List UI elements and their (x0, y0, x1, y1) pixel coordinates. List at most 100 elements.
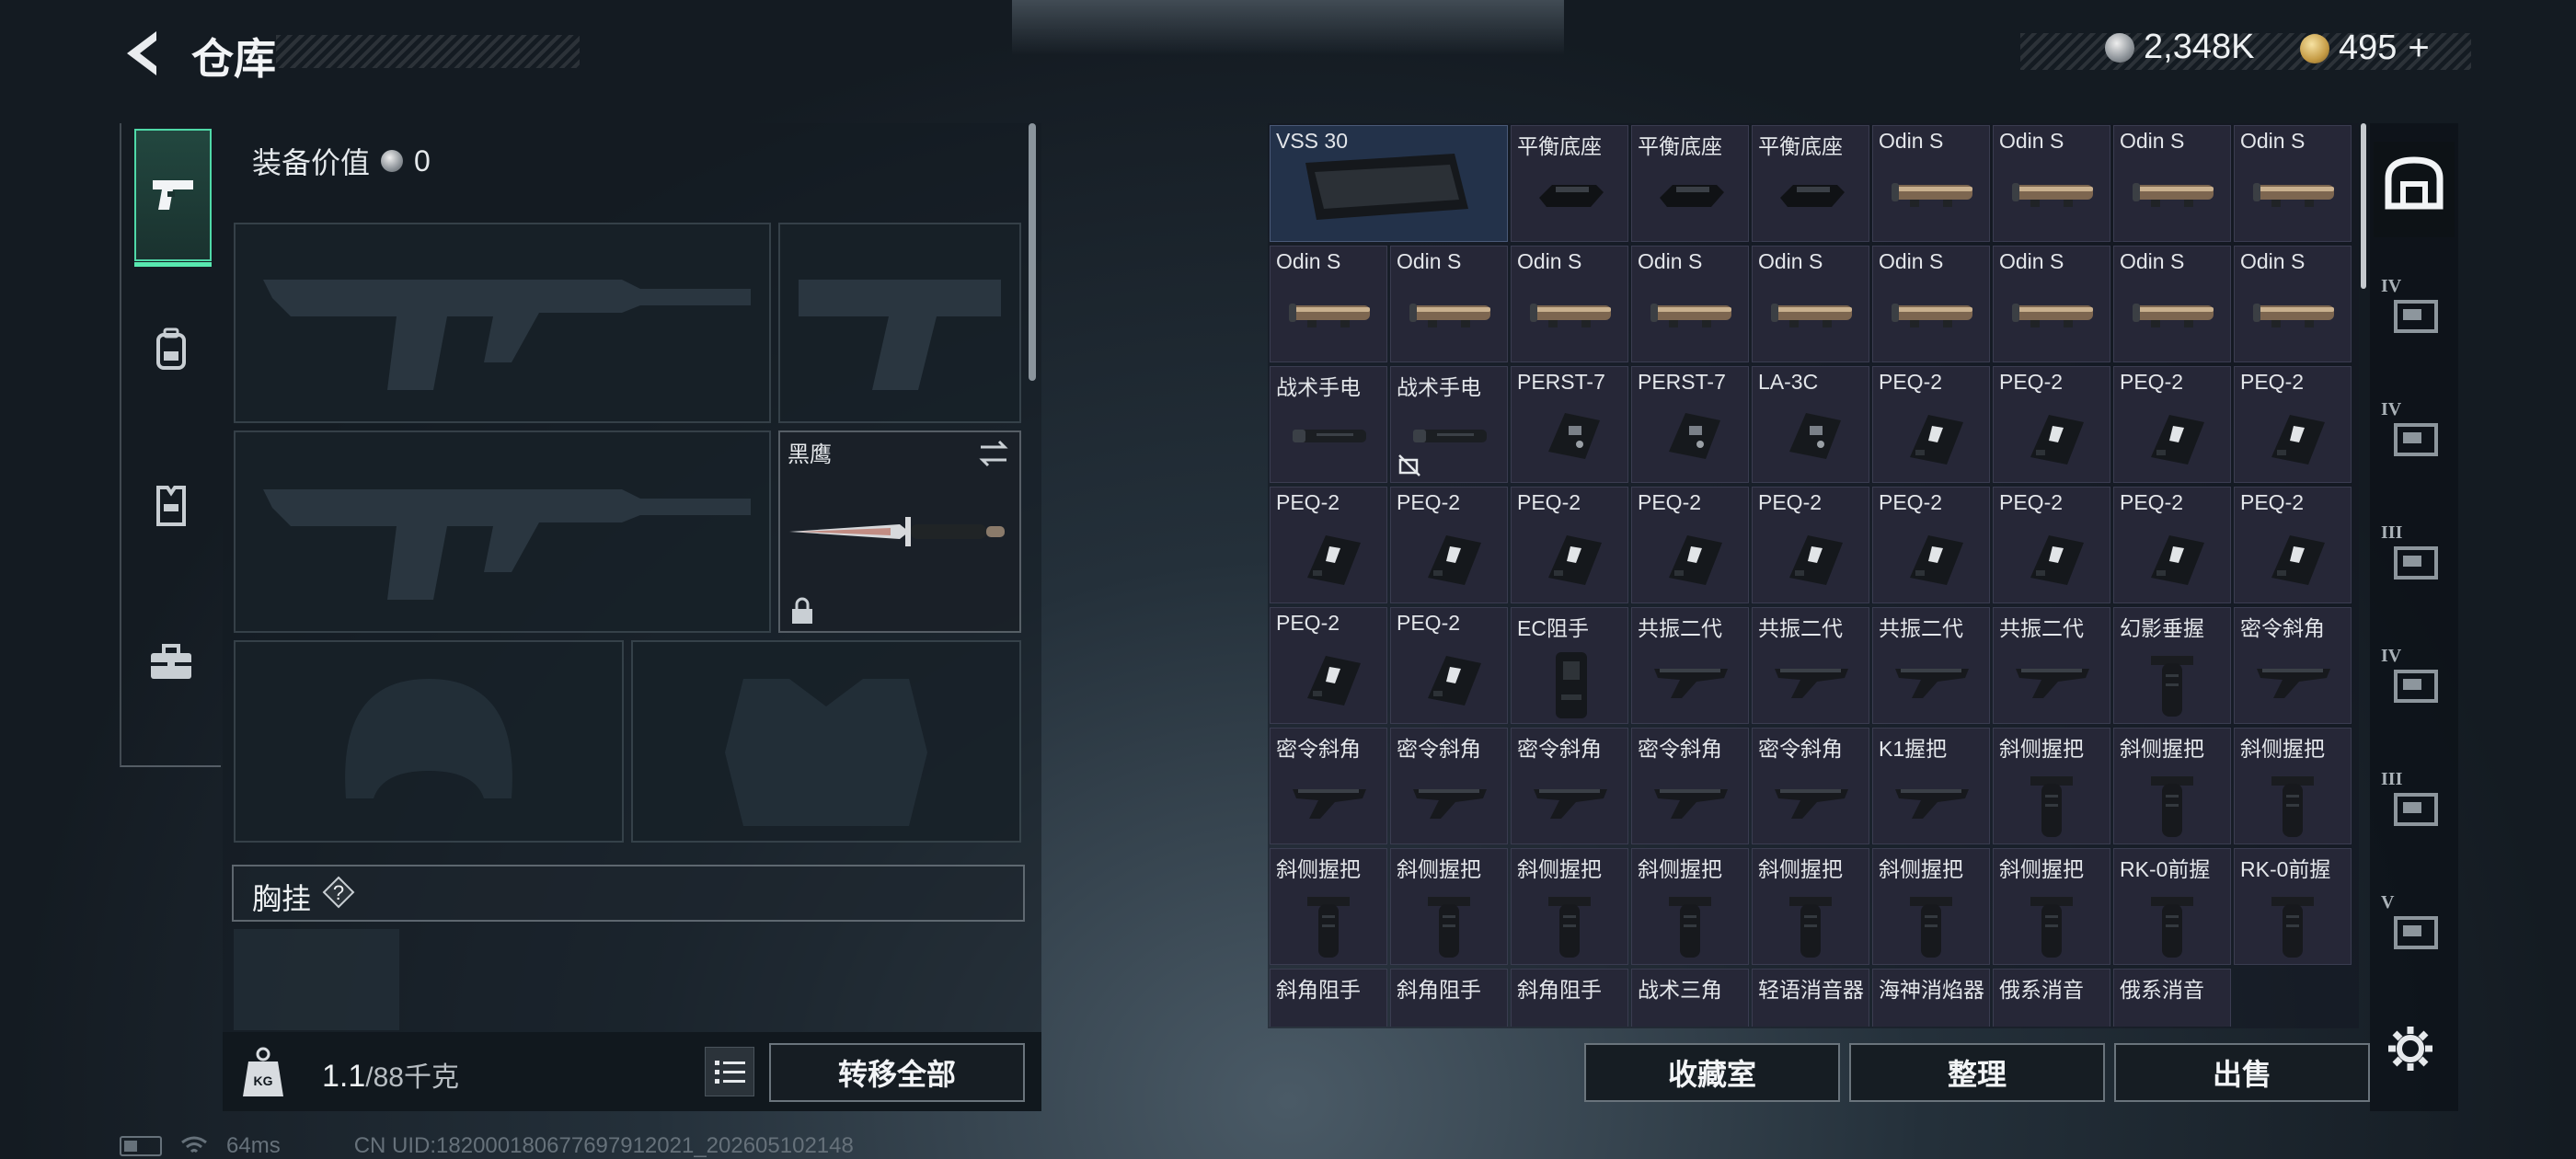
storage-scrollbar[interactable] (2361, 123, 2366, 289)
inventory-item-vgrip[interactable]: 斜侧握把 (1993, 848, 2110, 965)
inventory-item-peq[interactable]: PEQ-2 (1752, 487, 1869, 603)
inventory-item-vgrip[interactable]: 斜侧握把 (1390, 848, 1508, 965)
inventory-item-angled[interactable]: 密令斜角 (1631, 728, 1749, 844)
inventory-item-magazine[interactable]: VSS 30 (1270, 125, 1508, 242)
storage-tab-5[interactable]: IV (2374, 635, 2455, 730)
inventory-item-peq[interactable]: PEQ-2 (1872, 366, 1990, 483)
silver-currency[interactable]: 2,348K (2105, 28, 2254, 67)
inventory-item-scope[interactable]: Odin S (2113, 246, 2231, 362)
inventory-item-peq[interactable]: PEQ-2 (2113, 366, 2231, 483)
storage-tab-2[interactable]: IV (2374, 265, 2455, 361)
inventory-item-laser[interactable]: PERST-7 (1511, 366, 1628, 483)
inventory-item-angled[interactable]: 密令斜角 (1752, 728, 1869, 844)
inventory-item-peq[interactable]: PEQ-2 (1872, 487, 1990, 603)
back-icon[interactable] (120, 26, 166, 81)
list-view-button[interactable] (705, 1047, 754, 1096)
nav-toolbox[interactable] (134, 598, 208, 727)
inventory-item-vgrip[interactable]: 斜侧握把 (1511, 848, 1628, 965)
inventory-item-holster[interactable]: EC阻手 (1511, 607, 1628, 724)
chest-rig-slot[interactable] (234, 929, 399, 1030)
storage-tab-7[interactable]: V (2374, 881, 2455, 977)
inventory-item-scope[interactable]: Odin S (1993, 125, 2110, 242)
primary-weapon-slot-1[interactable] (234, 223, 771, 423)
inventory-item-vgrip[interactable]: 斜侧握把 (2113, 728, 2231, 844)
add-currency-icon[interactable]: + (2408, 28, 2429, 69)
help-icon[interactable]: ? (322, 876, 355, 909)
inventory-item-scope[interactable]: Odin S (2234, 125, 2352, 242)
inventory-item-angled[interactable]: 共振二代 (1631, 607, 1749, 724)
sort-button[interactable]: 整理 (1849, 1043, 2105, 1102)
inventory-item-scope[interactable]: Odin S (1631, 246, 1749, 362)
inventory-item-mount[interactable]: 平衡底座 (1752, 125, 1869, 242)
inventory-item-scope[interactable]: Odin S (1872, 246, 1990, 362)
inventory-item-angled[interactable]: 共振二代 (1993, 607, 2110, 724)
inventory-item-peq[interactable]: PEQ-2 (1390, 487, 1508, 603)
inventory-item-peq[interactable]: PEQ-2 (1270, 607, 1387, 724)
inventory-item-suppressor[interactable]: 海神消焰器 (1872, 969, 1990, 1027)
storage-tab-6[interactable]: III (2374, 758, 2455, 854)
inventory-item-scope[interactable]: Odin S (1511, 246, 1628, 362)
inventory-item-vgrip[interactable]: RK-0前握 (2113, 848, 2231, 965)
transfer-all-button[interactable]: 转移全部 (769, 1043, 1025, 1102)
inventory-item-angled[interactable]: 密令斜角 (1390, 728, 1508, 844)
inventory-item-vgrip[interactable]: 斜侧握把 (1270, 848, 1387, 965)
inventory-item-suppressor[interactable]: 俄系消音 (2113, 969, 2231, 1027)
inventory-item-angled[interactable]: 斜角阻手 (1511, 969, 1628, 1027)
settings-gear-icon[interactable] (2383, 1021, 2438, 1076)
inventory-item-vgrip[interactable]: 幻影垂握 (2113, 607, 2231, 724)
primary-weapon-slot-2[interactable] (234, 430, 771, 633)
storage-tab-3[interactable]: IV (2374, 388, 2455, 484)
inventory-item-peq[interactable]: PEQ-2 (1390, 607, 1508, 724)
inventory-item-scope[interactable]: Odin S (2113, 125, 2231, 242)
inventory-item-angled[interactable]: 共振二代 (1752, 607, 1869, 724)
melee-slot[interactable]: 黑鹰 (778, 430, 1021, 633)
inventory-item-peq[interactable]: PEQ-2 (2234, 487, 2352, 603)
inventory-item-scope[interactable]: Odin S (1872, 125, 1990, 242)
inventory-item-suppressor[interactable]: 俄系消音 (1993, 969, 2110, 1027)
inventory-item-angled[interactable]: 战术三角 (1631, 969, 1749, 1027)
nav-weapons[interactable] (134, 129, 212, 267)
nav-backpack[interactable] (134, 285, 208, 414)
inventory-item-vgrip[interactable]: 斜侧握把 (1872, 848, 1990, 965)
armor-slot[interactable] (631, 640, 1021, 843)
inventory-item-peq[interactable]: PEQ-2 (1270, 487, 1387, 603)
inventory-item-mount[interactable]: 平衡底座 (1511, 125, 1628, 242)
collection-room-button[interactable]: 收藏室 (1584, 1043, 1840, 1102)
inventory-item-peq[interactable]: PEQ-2 (1993, 487, 2110, 603)
inventory-item-angled[interactable]: 密令斜角 (1511, 728, 1628, 844)
inventory-item-scope[interactable]: Odin S (1390, 246, 1508, 362)
inventory-item-scope[interactable]: Odin S (2234, 246, 2352, 362)
inventory-item-peq[interactable]: PEQ-2 (1993, 366, 2110, 483)
inventory-item-mount[interactable]: 平衡底座 (1631, 125, 1749, 242)
inventory-item-flashlight[interactable]: 战术手电 (1270, 366, 1387, 483)
inventory-item-vgrip[interactable]: 斜侧握把 (1752, 848, 1869, 965)
inventory-item-peq[interactable]: PEQ-2 (2234, 366, 2352, 483)
inventory-item-peq[interactable]: PEQ-2 (1631, 487, 1749, 603)
inventory-item-suppressor[interactable]: 轻语消音器 (1752, 969, 1869, 1027)
nav-vest[interactable] (134, 442, 208, 570)
inventory-item-angled[interactable]: 密令斜角 (2234, 607, 2352, 724)
inventory-item-flashlight[interactable]: 战术手电 (1390, 366, 1508, 483)
inventory-item-peq[interactable]: PEQ-2 (2113, 487, 2231, 603)
helmet-slot[interactable] (234, 640, 624, 843)
inventory-item-angled[interactable]: 斜角阻手 (1390, 969, 1508, 1027)
inventory-item-scope[interactable]: Odin S (1270, 246, 1387, 362)
inventory-item-peq[interactable]: PEQ-2 (1511, 487, 1628, 603)
inventory-item-laser[interactable]: PERST-7 (1631, 366, 1749, 483)
inventory-item-angled[interactable]: 密令斜角 (1270, 728, 1387, 844)
sidearm-slot[interactable] (778, 223, 1021, 423)
storage-tab-all[interactable] (2374, 142, 2455, 237)
gold-currency[interactable]: 495 + (2300, 28, 2430, 69)
inventory-item-scope[interactable]: Odin S (1752, 246, 1869, 362)
storage-tab-4[interactable]: III (2374, 511, 2455, 607)
inventory-item-vgrip[interactable]: 斜侧握把 (1993, 728, 2110, 844)
inventory-item-angled[interactable]: 共振二代 (1872, 607, 1990, 724)
sell-button[interactable]: 出售 (2114, 1043, 2370, 1102)
inventory-item-angled[interactable]: 斜角阻手 (1270, 969, 1387, 1027)
inventory-item-vgrip[interactable]: RK-0前握 (2234, 848, 2352, 965)
inventory-item-vgrip[interactable]: 斜侧握把 (2234, 728, 2352, 844)
inventory-item-laser[interactable]: LA-3C (1752, 366, 1869, 483)
inventory-item-scope[interactable]: Odin S (1993, 246, 2110, 362)
equipment-scrollbar[interactable] (1029, 123, 1036, 381)
inventory-item-angled[interactable]: K1握把 (1872, 728, 1990, 844)
